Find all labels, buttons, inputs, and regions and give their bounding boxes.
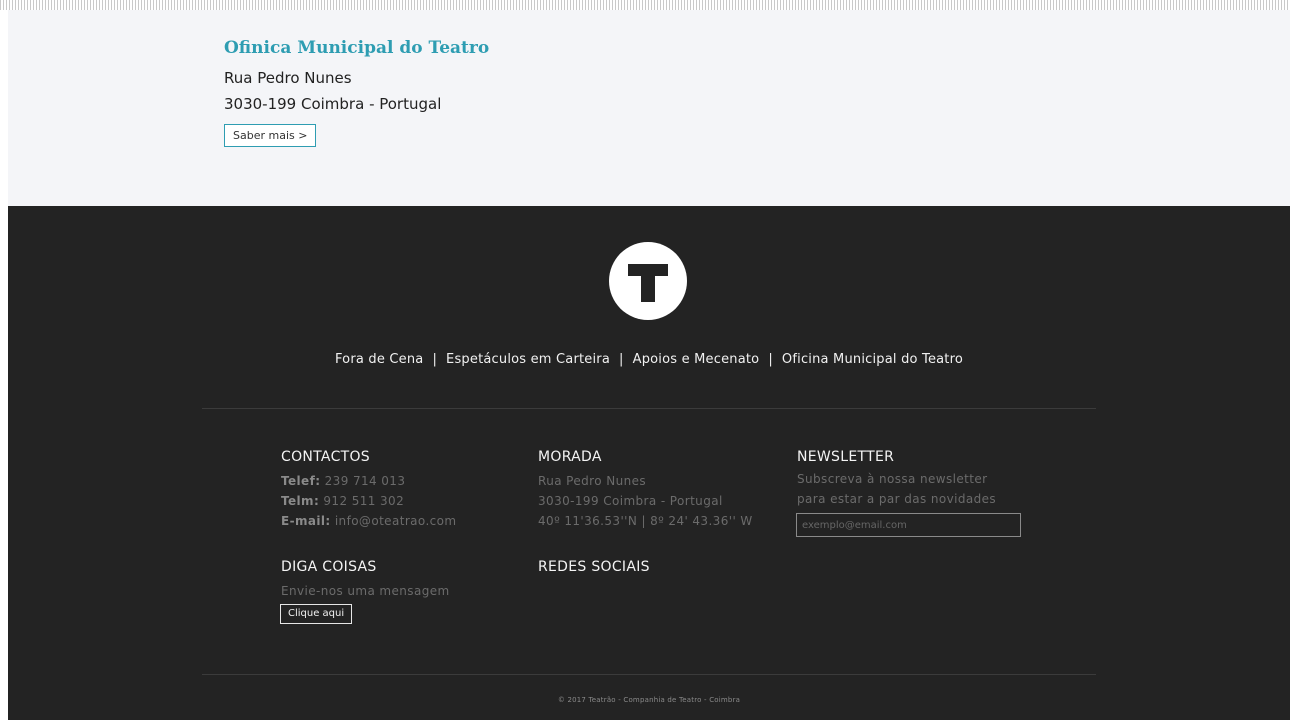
saber-mais-button[interactable]: Saber mais > xyxy=(224,124,317,147)
page-edge-ticks xyxy=(0,0,1290,10)
morada-street: Rua Pedro Nunes xyxy=(538,474,647,488)
telef-label: Telef: xyxy=(281,474,321,488)
newsletter-title: NEWSLETTER xyxy=(797,449,895,465)
site-footer: Fora de Cena | Espetáculos em Carteira | Apo… xyxy=(8,206,1290,720)
email-label: E-mail: xyxy=(281,514,331,528)
theatre-t-logo-icon[interactable] xyxy=(609,242,687,320)
telm-label: Telm: xyxy=(281,494,320,508)
newsletter-line-2: para estar a par das novidades xyxy=(797,492,997,506)
venue-city: 3030-199 Coimbra - Portugal xyxy=(224,95,442,113)
contactos-details: Telef: 239 714 013 Telm: 912 511 302 E-m… xyxy=(281,471,456,531)
nav-separator: | xyxy=(619,352,624,367)
diga-coisas-title: DIGA COISAS xyxy=(281,559,377,575)
copyright-text: © 2017 Teatrão - Companhia de Teatro - C… xyxy=(557,696,741,704)
telef-value[interactable]: 239 714 013 xyxy=(325,474,406,488)
diga-coisas-text: Envie-nos uma mensagem xyxy=(281,584,450,598)
telm-value[interactable]: 912 511 302 xyxy=(323,494,404,508)
venue-title: Ofinica Municipal do Teatro xyxy=(224,38,490,58)
footer-divider xyxy=(202,408,1096,409)
venue-section: Ofinica Municipal do Teatro Rua Pedro Nu… xyxy=(8,10,1290,206)
clique-aqui-button[interactable]: Clique aqui xyxy=(280,604,353,624)
morada-details: Rua Pedro Nunes 3030-199 Coimbra - Portu… xyxy=(538,471,753,531)
newsletter-line-1: Subscreva à nossa newsletter xyxy=(797,472,988,486)
footer-nav: Fora de Cena | Espetáculos em Carteira | Apo… xyxy=(8,352,1290,367)
email-value[interactable]: info@oteatrao.com xyxy=(335,514,457,528)
nav-separator: | xyxy=(768,352,773,367)
footer-bottom-divider xyxy=(202,674,1096,675)
redes-sociais-title: REDES SOCIAIS xyxy=(538,559,650,575)
contactos-title: CONTACTOS xyxy=(281,449,370,465)
venue-street: Rua Pedro Nunes xyxy=(224,69,352,87)
newsletter-email-input[interactable] xyxy=(796,513,1021,537)
morada-city: 3030-199 Coimbra - Portugal xyxy=(538,494,723,508)
nav-link-oficina[interactable]: Oficina Municipal do Teatro xyxy=(782,352,963,367)
logo-t-stem xyxy=(641,264,655,302)
nav-separator: | xyxy=(432,352,438,367)
morada-coords: 40º 11'36.53''N | 8º 24' 43.36'' W xyxy=(538,514,753,528)
nav-link-fora-de-cena[interactable]: Fora de Cena xyxy=(335,352,423,367)
newsletter-text: Subscreva à nossa newsletter para estar … xyxy=(797,469,996,509)
nav-link-apoios[interactable]: Apoios e Mecenato xyxy=(633,352,760,367)
nav-link-espetaculos[interactable]: Espetáculos em Carteira xyxy=(446,352,610,367)
morada-title: MORADA xyxy=(538,449,602,465)
